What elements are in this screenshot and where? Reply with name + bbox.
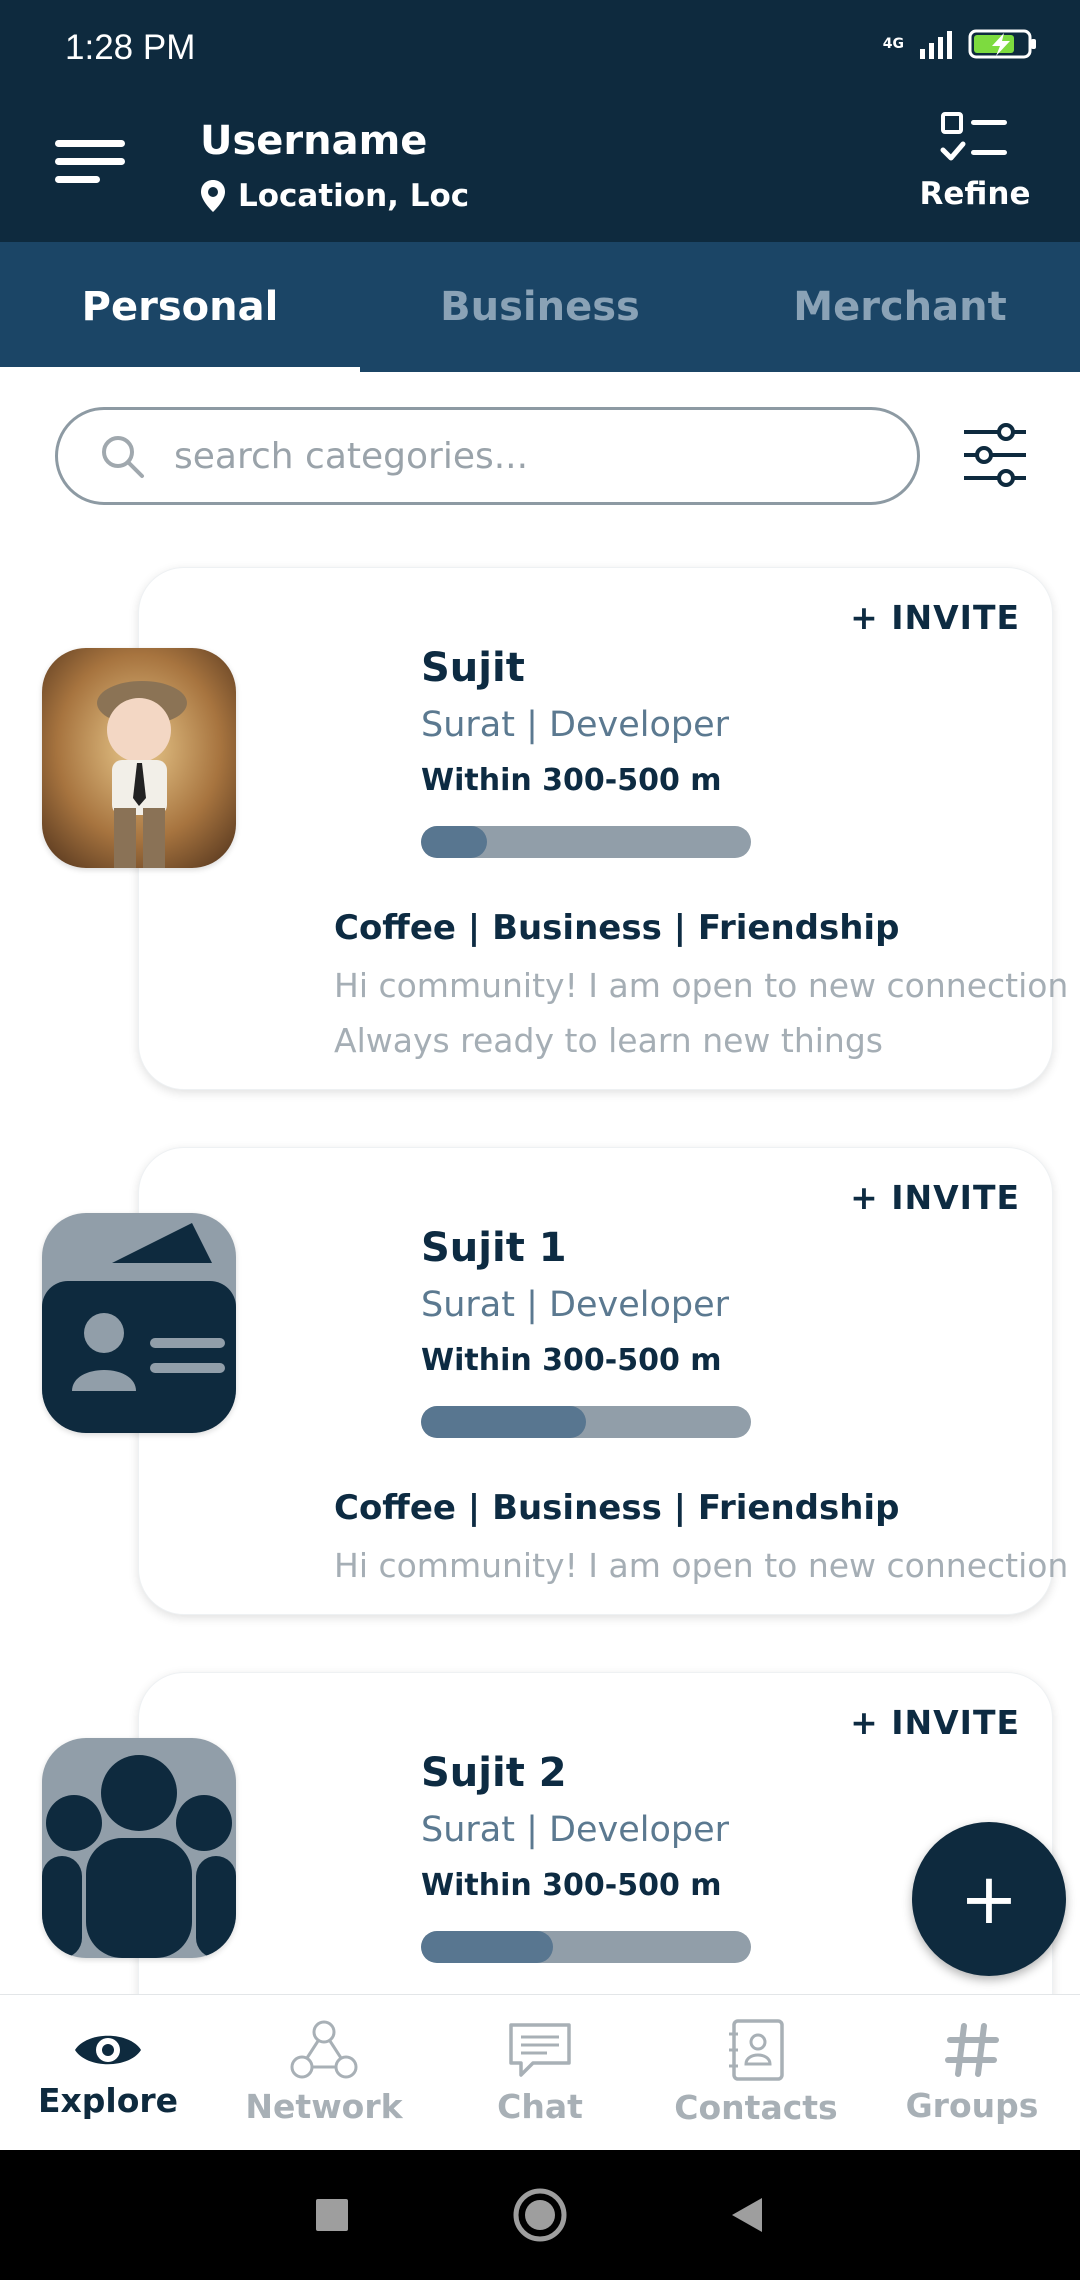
nav-contacts[interactable]: Contacts — [648, 1995, 864, 2150]
search-icon — [102, 436, 144, 478]
profile-name: Sujit 2 — [421, 1750, 567, 1796]
filter-button[interactable] — [960, 420, 1030, 495]
profile-distance: Within 300-500 m — [421, 1868, 722, 1903]
status-time: 1:28 PM — [65, 28, 196, 67]
username: Username — [200, 118, 428, 164]
back-button[interactable] — [728, 2195, 768, 2235]
refine-label: Refine — [919, 176, 1031, 212]
profile-interests: Coffee | Business | Friendship — [334, 1488, 900, 1528]
nav-label: Groups — [905, 2086, 1039, 2125]
nav-label: Contacts — [674, 2088, 838, 2127]
home-button[interactable] — [512, 2187, 568, 2243]
profile-distance: Within 300-500 m — [421, 1343, 722, 1378]
refine-button[interactable]: Refine — [900, 110, 1050, 235]
group-icon[interactable] — [42, 1738, 236, 1958]
tab-personal[interactable]: Personal — [0, 242, 360, 372]
nav-label: Chat — [497, 2087, 583, 2126]
progress-bar-fill — [421, 826, 487, 858]
checklist-icon — [940, 112, 1007, 161]
profile-card[interactable]: + INVITE Sujit Surat | Developer Within … — [138, 567, 1068, 1090]
nav-chat[interactable]: Chat — [432, 1995, 648, 2150]
tab-business[interactable]: Business — [360, 242, 720, 372]
location-pin-icon — [201, 180, 225, 212]
sliders-icon — [964, 423, 1026, 487]
profile-name: Sujit — [421, 645, 525, 691]
add-button[interactable]: + — [912, 1822, 1066, 1976]
nav-label: Network — [245, 2087, 403, 2126]
id-card-icon[interactable] — [42, 1213, 236, 1433]
location-row[interactable]: Location, Loc — [200, 178, 469, 214]
profile-role: Surat | Developer — [421, 705, 730, 745]
profile-distance: Within 300-500 m — [421, 763, 722, 798]
profile-name: Sujit 1 — [421, 1225, 567, 1271]
profile-card[interactable]: + INVITE Sujit 1 Surat | Developer Withi… — [138, 1147, 1068, 1615]
profile-bio-line: Hi community! I am open to new connectio… — [334, 966, 1069, 1005]
nav-groups[interactable]: Groups — [864, 1995, 1080, 2150]
menu-icon — [55, 140, 125, 183]
hashtag-icon — [945, 2023, 999, 2077]
category-tabs: Personal Business Merchant — [0, 242, 1080, 372]
bottom-navigation: Explore Network Chat Contacts Groups — [0, 1994, 1080, 2150]
doll-photo[interactable] — [42, 648, 236, 868]
profile-role: Surat | Developer — [421, 1285, 730, 1325]
location-text: Location, Loc — [238, 178, 470, 214]
progress-bar-fill — [421, 1406, 586, 1438]
eye-icon — [75, 2035, 141, 2065]
tab-merchant[interactable]: Merchant — [720, 242, 1080, 372]
network-icon — [290, 2020, 358, 2079]
status-icons: 4G — [883, 28, 1038, 60]
app-header: Username Location, Loc Refine — [0, 100, 1080, 242]
contacts-icon — [729, 2019, 784, 2081]
profile-bio-line: Hi community! I am open to new connectio… — [334, 1546, 1069, 1585]
nav-network[interactable]: Network — [216, 1995, 432, 2150]
battery-icon — [968, 29, 1036, 59]
menu-button[interactable] — [50, 132, 140, 212]
invite-button[interactable]: + INVITE — [850, 1703, 1020, 1742]
recents-button[interactable] — [312, 2195, 352, 2235]
progress-bar-fill — [421, 1931, 553, 1963]
status-bar: 1:28 PM 4G — [0, 0, 1080, 100]
progress-bar — [421, 1406, 751, 1438]
signal-icon — [920, 31, 952, 59]
invite-button[interactable]: + INVITE — [850, 1178, 1020, 1217]
search-input[interactable] — [174, 435, 874, 477]
nav-label: Explore — [37, 2081, 179, 2120]
profile-bio-line: Always ready to learn new things — [334, 1021, 883, 1060]
chat-icon — [509, 2023, 571, 2077]
profile-interests: Coffee | Business | Friendship — [334, 908, 900, 948]
progress-bar — [421, 1931, 751, 1963]
nav-explore[interactable]: Explore — [0, 1995, 216, 2150]
system-navigation-bar — [0, 2150, 1080, 2280]
progress-bar — [421, 826, 751, 858]
search-box[interactable] — [55, 407, 920, 505]
invite-button[interactable]: + INVITE — [850, 598, 1020, 637]
profile-role: Surat | Developer — [421, 1810, 730, 1850]
network-type-label: 4G — [882, 36, 904, 52]
